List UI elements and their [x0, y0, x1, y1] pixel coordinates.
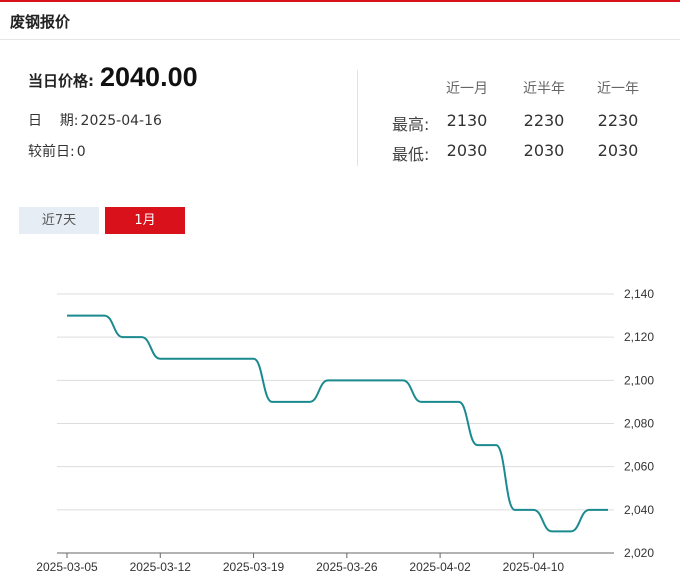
- change-line: 较前日: 0: [28, 141, 86, 161]
- change-label: 较前日:: [28, 144, 75, 160]
- stats-high-year: 2230: [597, 111, 639, 130]
- stats-col-year: 近一年: [597, 81, 639, 97]
- current-price: 当日价格: 2040.00: [28, 62, 198, 93]
- stats-low-month: 2030: [446, 141, 488, 160]
- stats-col-halfyear: 近半年: [523, 81, 565, 97]
- date-line: 日 期: 2025-04-16: [28, 110, 162, 130]
- stats-col-month: 近一月: [446, 81, 488, 97]
- stats-low-year: 2030: [597, 141, 639, 160]
- stats-low-halfyear: 2030: [523, 141, 565, 160]
- stats-row-high-label: 最高:: [392, 115, 430, 134]
- stats-row-low-label: 最低:: [392, 145, 430, 164]
- stats-high-halfyear: 2230: [523, 111, 565, 130]
- y-tick-label: 2,100: [624, 373, 654, 387]
- x-tick-label: 2025-03-05: [36, 560, 98, 574]
- tab-7-days[interactable]: 近7天: [19, 207, 99, 234]
- x-tick-label: 2025-03-26: [316, 560, 378, 574]
- panel-header: 废钢报价: [0, 2, 680, 40]
- panel-title: 废钢报价: [10, 13, 71, 31]
- x-tick-label: 2025-03-12: [130, 560, 192, 574]
- x-tick-label: 2025-03-19: [223, 560, 285, 574]
- change-value: 0: [76, 144, 86, 160]
- x-tick-label: 2025-04-10: [503, 560, 565, 574]
- price-line-chart: 2,140 2,120 2,100 2,080 2,060 2,040 2,020 2025-…: [36, 287, 654, 574]
- price-label: 当日价格:: [28, 72, 94, 90]
- y-tick-label: 2,120: [624, 330, 654, 344]
- x-tick-label: 2025-04-02: [409, 560, 471, 574]
- date-label: 日 期:: [28, 113, 79, 129]
- stats-high-month: 2130: [446, 111, 488, 130]
- y-tick-label: 2,040: [624, 503, 654, 517]
- y-tick-label: 2,140: [624, 287, 654, 301]
- tab-1-month[interactable]: 1月: [105, 207, 185, 234]
- stats-divider: [357, 70, 358, 166]
- date-value: 2025-04-16: [80, 113, 162, 129]
- y-tick-label: 2,060: [624, 460, 654, 474]
- y-tick-label: 2,020: [624, 546, 654, 560]
- y-tick-label: 2,080: [624, 417, 654, 431]
- price-value: 2040.00: [100, 62, 198, 92]
